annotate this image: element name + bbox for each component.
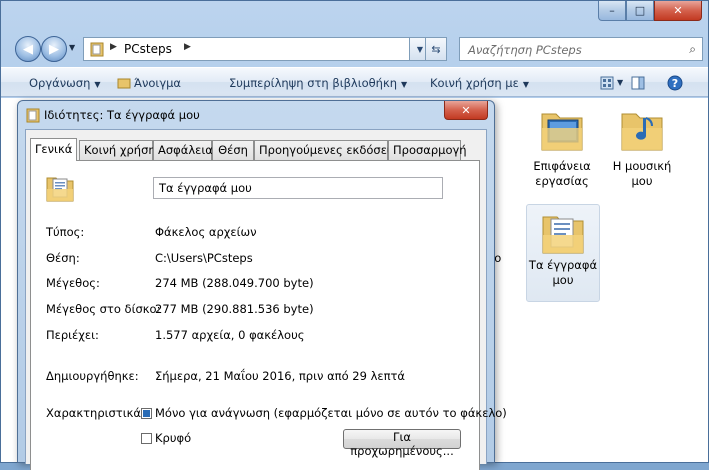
type-value: Φάκελος αρχείων (155, 225, 257, 239)
size-value: 274 MB (288.049.700 byte) (155, 276, 314, 290)
disk-size-label: Μέγεθος στο δίσκο: (46, 302, 161, 316)
folder-item-desktop[interactable]: Επιφάνεια εργασίας (525, 106, 599, 189)
location-label: Θέση: (46, 251, 80, 265)
attributes-label: Χαρακτηριστικά: (46, 406, 145, 420)
hidden-label: Κρυφό (155, 431, 192, 445)
navigation-bar: ◀ ▶ ▼ ▶ PCsteps ▶ ▼ ⇆ Αναζήτηση PCsteps … (11, 34, 703, 64)
tab-sharing[interactable]: Κοινή χρήση (79, 140, 156, 160)
refresh-button[interactable]: ⇆ (425, 37, 447, 61)
open-icon (117, 78, 131, 89)
address-bar[interactable]: ▶ PCsteps ▶ (83, 37, 425, 61)
organize-label: Οργάνωση (29, 76, 91, 90)
music-folder-icon (621, 113, 663, 151)
include-in-library-button[interactable]: Συμπερίληψη στη βιβλιοθήκη ▼ (229, 76, 407, 90)
chevron-down-icon: ▼ (94, 80, 101, 89)
chevron-down-icon: ▼ (416, 44, 424, 54)
readonly-checkbox-row[interactable]: Μόνο για ανάγνωση (εφαρμόζεται μόνο σε α… (141, 406, 507, 420)
folder-icon (26, 108, 40, 123)
back-button[interactable]: ◀ (15, 36, 41, 62)
readonly-checkbox[interactable] (141, 407, 152, 419)
svg-text:?: ? (672, 77, 678, 90)
preview-pane-button[interactable] (629, 74, 647, 92)
properties-dialog: Ιδιότητες: Τα έγγραφά μου ✕ Γενικά Κοινή… (17, 100, 507, 470)
tab-location[interactable]: Θέση (212, 140, 254, 160)
dialog-body: Γενικά Κοινή χρήση Ασφάλεια Θέση Προηγού… (25, 129, 507, 470)
help-button[interactable]: ? (666, 74, 684, 92)
created-label: Δημιουργήθηκε: (46, 369, 139, 383)
tab-previous-versions[interactable]: Προηγούμενες εκδόσεις (254, 140, 398, 160)
divider (45, 392, 461, 393)
created-value: Σήμερα, 21 Μαΐου 2016, πριν από 29 λεπτά (155, 369, 406, 383)
view-dropdown-icon[interactable]: ▼ (617, 78, 623, 87)
contains-value: 1.577 αρχεία, 0 φακέλους (155, 328, 305, 342)
divider (45, 213, 461, 214)
tab-customize[interactable]: Προσαρμογή (388, 140, 467, 160)
window-caption-buttons: – □ ✕ (598, 1, 702, 21)
view-icon (600, 76, 614, 90)
command-bar: Οργάνωση ▼ Άνοιγμα Συμπερίληψη στη βιβλιο… (1, 67, 708, 97)
arrow-right-icon: ▶ (49, 41, 59, 57)
type-label: Τύπος: (46, 225, 85, 239)
maximize-button[interactable]: □ (626, 1, 654, 21)
documents-folder-icon (542, 216, 584, 254)
breadcrumb-chevron-icon[interactable]: ▶ (110, 42, 117, 52)
include-library-label: Συμπερίληψη στη βιβλιοθήκη (229, 76, 398, 90)
folder-item-music[interactable]: Η μουσική μου (605, 106, 679, 189)
divider (45, 351, 461, 352)
search-icon[interactable]: ⌕ (689, 42, 696, 57)
minimize-button[interactable]: – (598, 1, 626, 21)
hidden-checkbox[interactable] (141, 432, 152, 444)
tab-security[interactable]: Ασφάλεια (153, 140, 213, 160)
contains-label: Περιέχει: (46, 328, 99, 342)
open-button[interactable]: Άνοιγμα (117, 76, 181, 90)
size-label: Μέγεθος: (46, 276, 100, 290)
forward-button[interactable]: ▶ (41, 36, 67, 62)
arrow-left-icon: ◀ (23, 41, 33, 57)
recent-pages-dropdown-icon[interactable]: ▼ (69, 43, 75, 52)
tab-general[interactable]: Γενικά (30, 138, 77, 161)
refresh-icon: ⇆ (431, 42, 441, 56)
tab-strip: Γενικά Κοινή χρήση Ασφάλεια Θέση Προηγού… (30, 138, 486, 161)
general-tab-panel: Τα έγγραφά μου Τύπος: Φάκελος αρχείων Θέ… (30, 160, 507, 470)
search-box[interactable]: Αναζήτηση PCsteps ⌕ (459, 37, 703, 61)
organize-button[interactable]: Οργάνωση ▼ (29, 76, 101, 90)
preview-pane-icon (631, 76, 645, 90)
breadcrumb-chevron-icon[interactable]: ▶ (184, 42, 191, 52)
folder-item-documents[interactable]: Τα έγγραφά μου (526, 204, 600, 302)
close-button[interactable]: ✕ (654, 1, 702, 21)
help-icon: ? (667, 75, 683, 91)
search-input[interactable]: Αναζήτηση PCsteps (468, 43, 582, 57)
dialog-title: Ιδιότητες: Τα έγγραφά μου (44, 108, 200, 122)
desktop-folder-icon (541, 113, 583, 151)
advanced-button[interactable]: Για προχωρημένους... (343, 429, 461, 458)
disk-size-value: 277 MB (290.881.536 byte) (155, 302, 314, 316)
view-options-button[interactable] (598, 74, 616, 92)
dialog-close-button[interactable]: ✕ (444, 101, 488, 120)
chevron-down-icon: ▼ (522, 80, 529, 89)
folder-label: Η μουσική μου (612, 159, 672, 188)
folder-label: Τα έγγραφά μου (528, 258, 598, 287)
hidden-checkbox-row[interactable]: Κρυφό (141, 431, 191, 445)
chevron-down-icon: ▼ (401, 80, 408, 89)
divider (45, 267, 461, 268)
open-label: Άνοιγμα (134, 76, 182, 90)
folder-name-input[interactable]: Τα έγγραφά μου (153, 177, 443, 199)
folder-label: Επιφάνεια εργασίας (533, 159, 591, 188)
share-with-button[interactable]: Κοινή χρήση με ▼ (430, 76, 529, 90)
breadcrumb-pcsteps[interactable]: PCsteps (124, 42, 172, 56)
readonly-label: Μόνο για ανάγνωση (εφαρμόζεται μόνο σε α… (155, 406, 507, 420)
folder-icon (90, 42, 104, 57)
documents-folder-icon (46, 177, 74, 202)
location-value: C:\Users\PCsteps (155, 251, 253, 265)
share-with-label: Κοινή χρήση με (430, 76, 519, 90)
